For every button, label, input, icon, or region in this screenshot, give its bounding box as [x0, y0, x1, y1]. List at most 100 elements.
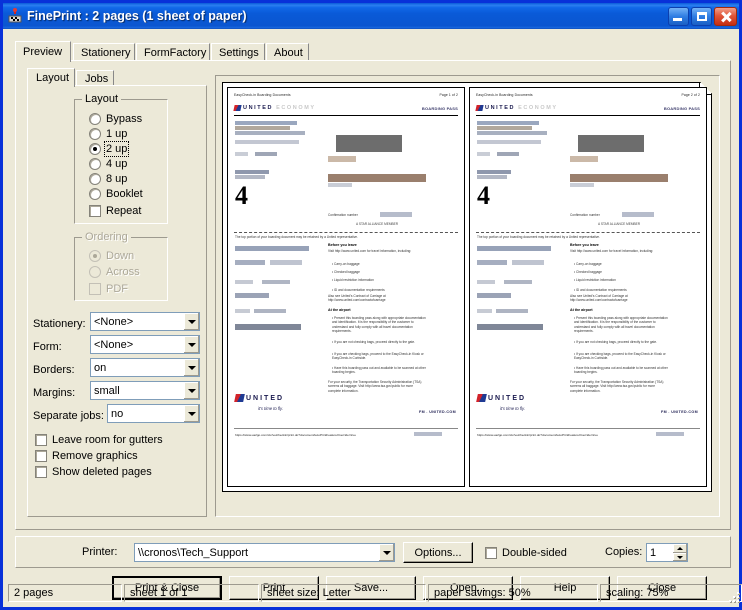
section-before-you-leave-outro: Also see United's Contract of Carriage a… — [328, 294, 386, 303]
boarding-pass-label: BOARDING PASS — [421, 106, 458, 111]
divider — [476, 115, 700, 116]
list-item: • Checked baggage — [332, 270, 360, 274]
client-area: Preview Stationery FormFactory Settings … — [6, 32, 742, 604]
tab-formfactory-label: FormFactory — [144, 47, 207, 59]
radio-8-up[interactable]: 8 up — [89, 171, 127, 186]
section-before-you-leave-intro: Visit http://www.united.com for travel i… — [328, 249, 412, 253]
divider — [234, 115, 458, 116]
status-paper-savings: paper savings: 50% — [428, 584, 598, 602]
list-item: • Carry-on baggage — [332, 262, 360, 266]
fineprint-window: FinePrint : 2 pages (1 sheet of paper) P… — [0, 0, 742, 610]
radio-4-up-dot — [89, 157, 101, 170]
checkbox-leave-room-for-gutters-box — [35, 434, 47, 446]
spinner-down-icon[interactable] — [673, 552, 687, 561]
label-form: Form: — [33, 337, 62, 356]
dropdown-borders-value: on — [94, 361, 107, 374]
radio-2-up-label: 2 up — [103, 140, 130, 157]
tab-stationery[interactable]: Stationery — [73, 43, 135, 61]
tab-preview[interactable]: Preview — [15, 41, 71, 62]
list-item: • Have this boarding pass out and availa… — [574, 366, 668, 375]
ordering-groupbox: Ordering Down Across PDF — [74, 231, 168, 301]
checkbox-leave-room-for-gutters-label: Leave room for gutters — [52, 434, 163, 446]
radio-across: Across — [89, 264, 140, 279]
label-borders: Borders: — [33, 360, 75, 379]
preview-page-1[interactable]: EasyCheck-in Boarding Documents Page 1 o… — [227, 87, 465, 487]
layout-groupbox: Layout Bypass 1 up 2 up 4 up 8 up Bookle… — [74, 93, 168, 224]
resize-grip[interactable] — [725, 588, 739, 602]
tab-about[interactable]: About — [266, 43, 309, 61]
list-item: • Carry-on baggage — [574, 262, 602, 266]
status-sheet-size: sheet size: Letter — [261, 584, 426, 602]
tab-settings-label: Settings — [219, 47, 259, 59]
page-header-left: EasyCheck-in Boarding Documents — [476, 93, 533, 97]
united-dotcom: FM . UNITED.COM — [419, 410, 456, 414]
dropdown-separate-jobs[interactable]: no — [107, 404, 200, 423]
spinner-arrows[interactable] — [673, 544, 687, 561]
close-button[interactable] — [714, 6, 737, 26]
checkbox-show-deleted-pages-label: Show deleted pages — [52, 466, 152, 478]
copies-stepper[interactable]: 1 — [646, 543, 688, 562]
chevron-down-icon[interactable] — [183, 313, 199, 330]
page-header: EasyCheck-in Boarding Documents Page 1 o… — [234, 93, 458, 97]
checkbox-repeat[interactable]: Repeat — [89, 203, 141, 218]
printer-dropdown-value: \\cronos\Tech_Support — [138, 546, 249, 559]
checkbox-double-sided-box — [485, 547, 497, 559]
options-button[interactable]: Options... — [403, 542, 473, 563]
radio-down-dot — [89, 249, 101, 262]
list-item: • ID and documentation requirements — [574, 288, 627, 292]
chevron-down-icon[interactable] — [183, 405, 199, 422]
maximize-button[interactable] — [691, 6, 712, 26]
tab-jobs[interactable]: Jobs — [76, 70, 114, 86]
united-tagline: it's time to fly. — [258, 406, 283, 411]
status-scaling: scaling: 75% — [600, 584, 742, 602]
checkbox-remove-graphics-label: Remove graphics — [52, 450, 138, 462]
chevron-down-icon[interactable] — [183, 359, 199, 376]
checkbox-double-sided[interactable]: Double-sided — [485, 546, 567, 560]
dropdown-margins[interactable]: small — [90, 381, 200, 400]
options-button-label: Options... — [414, 546, 462, 559]
fineprint-icon — [7, 8, 23, 24]
print-preview-pane[interactable]: EasyCheck-in Boarding Documents Page 1 o… — [215, 75, 720, 517]
tab-preview-label: Preview — [23, 46, 63, 58]
radio-bypass-label: Bypass — [106, 112, 143, 125]
minimize-button[interactable] — [668, 6, 689, 26]
tab-layout-label: Layout — [36, 72, 70, 84]
united-tulip-icon — [233, 105, 242, 111]
radio-booklet[interactable]: Booklet — [89, 186, 143, 201]
radio-bypass-dot — [89, 112, 101, 125]
tab-formfactory[interactable]: FormFactory — [136, 43, 210, 61]
united-tulip-icon — [475, 105, 484, 111]
united-tulip-icon — [476, 394, 487, 402]
printer-dropdown[interactable]: \\cronos\Tech_Support — [134, 543, 395, 562]
seat-number: 4 — [235, 181, 248, 210]
radio-bypass[interactable]: Bypass — [89, 111, 142, 126]
radio-4-up[interactable]: 4 up — [89, 156, 127, 171]
dropdown-form[interactable]: <None> — [90, 335, 200, 354]
chevron-down-icon[interactable] — [183, 336, 199, 353]
radio-2-up[interactable]: 2 up — [89, 140, 130, 157]
copies-label: Copies: — [605, 546, 643, 558]
checkbox-leave-room-for-gutters[interactable]: Leave room for gutters — [35, 433, 163, 447]
section-before-you-leave-title: Before you leave — [328, 243, 357, 247]
chevron-down-icon[interactable] — [183, 382, 199, 399]
title-bar: FinePrint : 2 pages (1 sheet of paper) — [3, 3, 739, 29]
seat-number: 4 — [477, 181, 490, 210]
tab-settings[interactable]: Settings — [211, 43, 265, 61]
radio-1-up[interactable]: 1 up — [89, 126, 127, 141]
dropdown-borders[interactable]: on — [90, 358, 200, 377]
dropdown-margins-value: small — [94, 384, 120, 397]
tab-layout[interactable]: Layout — [27, 68, 75, 87]
radio-booklet-label: Booklet — [106, 187, 143, 200]
preview-page-2[interactable]: EasyCheck-in Boarding Documents Page 2 o… — [469, 87, 707, 487]
chevron-down-icon[interactable] — [378, 544, 394, 561]
radio-across-dot — [89, 265, 101, 278]
united-dotcom: FM . UNITED.COM — [661, 410, 698, 414]
page-header: EasyCheck-in Boarding Documents Page 2 o… — [476, 93, 700, 97]
spinner-up-icon[interactable] — [673, 544, 687, 553]
tear-line — [234, 232, 458, 233]
checkbox-show-deleted-pages[interactable]: Show deleted pages — [35, 465, 152, 479]
checkbox-remove-graphics[interactable]: Remove graphics — [35, 449, 138, 463]
economy-label: ECONOMY — [276, 105, 316, 111]
checkbox-pdf-label: PDF — [106, 282, 128, 295]
dropdown-stationery[interactable]: <None> — [90, 312, 200, 331]
